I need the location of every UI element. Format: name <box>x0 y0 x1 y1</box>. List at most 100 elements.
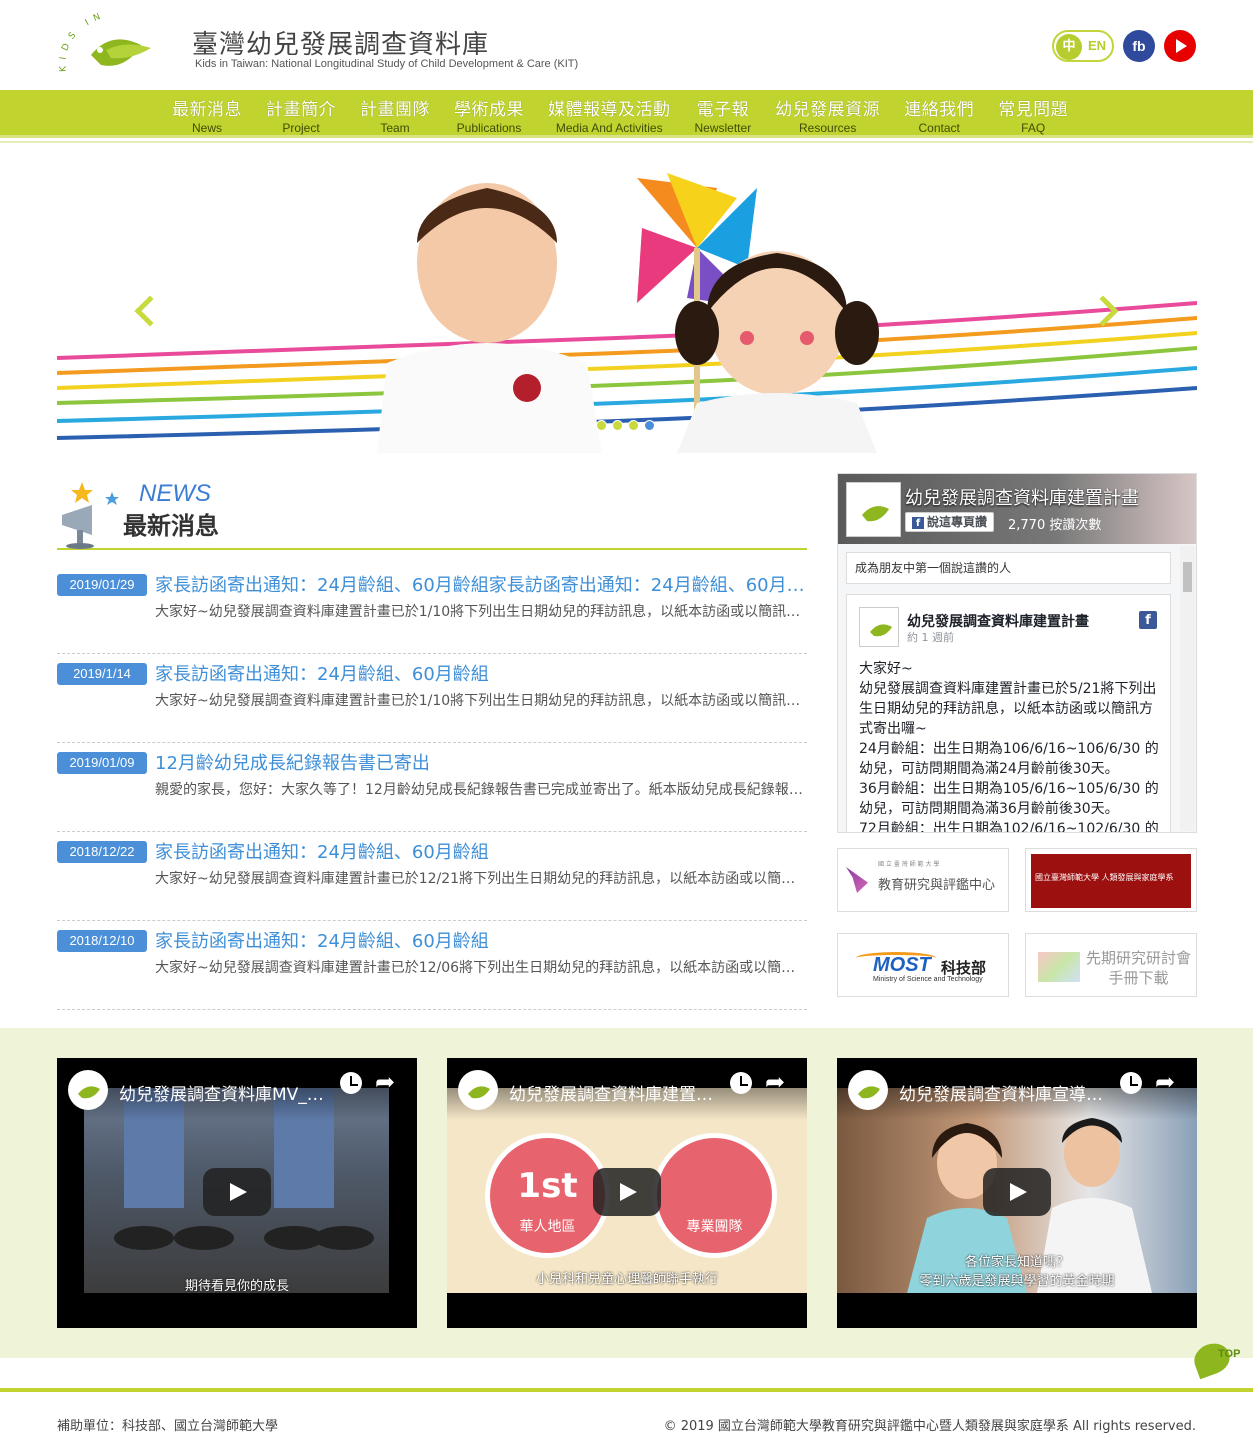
video-caption: 期待看見你的成長 <box>184 1279 289 1294</box>
nav-item-resources[interactable]: 幼兒發展資源 Resources <box>763 95 892 135</box>
news-summary: 大家好~幼兒發展調查資料庫建置計畫已於1/10將下列出生日期幼兒的拜訪訊息，以紙… <box>155 693 805 709</box>
nav-item-contact[interactable]: 連絡我們 Contact <box>892 95 986 135</box>
video-player[interactable]: 各位家長知道嗎？ 零到六歲是發展與學習的黃金時期 幼兒發展調查資料庫宣導影片 ➦ <box>837 1058 1197 1328</box>
fb-post-time[interactable]: 約 1 週前 <box>907 629 954 645</box>
fb-post[interactable]: 幼兒發展調查資料庫建置計畫 約 1 週前 f 大家好~ 幼兒發展調查資料庫建置計… <box>846 594 1171 832</box>
news-heading: NEWS 最新消息 <box>57 470 807 550</box>
share-icon[interactable]: ➦ <box>375 1068 395 1096</box>
video-title[interactable]: 幼兒發展調查資料庫宣導影片 <box>899 1080 1114 1105</box>
video-caption: 小兒科和兒童心理醫師聯手執行 <box>535 1272 718 1287</box>
news-title-link[interactable]: 家長訪函寄出通知：24月齡組、60月齡組家長訪函寄出通知：24月齡組、60月齡組 <box>155 571 805 597</box>
nav-item-newsletter[interactable]: 電子報 Newsletter <box>683 95 764 135</box>
partner-link-hdfs[interactable]: 國立臺灣師範大學 人類發展與家庭學系 <box>1025 848 1197 912</box>
nav-item-publications[interactable]: 學術成果 Publications <box>442 95 536 135</box>
lang-zh-button[interactable]: 中 <box>1056 34 1082 60</box>
video-player[interactable]: 1st 華人地區 專業團隊 小兒科和兒童心理醫師聯手執行 幼兒發展調查資料庫建置… <box>447 1058 807 1328</box>
share-icon[interactable]: ➦ <box>1155 1068 1175 1096</box>
news-title-link[interactable]: 家長訪函寄出通知：24月齡組、60月齡組 <box>155 838 805 864</box>
news-item[interactable]: 2018/12/10 家長訪函寄出通知：24月齡組、60月齡組 大家好~幼兒發展… <box>57 921 807 1010</box>
play-button-icon[interactable] <box>593 1168 661 1216</box>
news-date-badge: 2019/01/09 <box>57 752 147 774</box>
play-button-icon[interactable] <box>983 1168 1051 1216</box>
nav-item-media[interactable]: 媒體報導及活動 Media And Activities <box>536 95 683 135</box>
fb-friend-text: 成為朋友中第一個說這讚的人 <box>846 552 1171 584</box>
play-button-icon[interactable] <box>203 1168 271 1216</box>
news-date-badge: 2019/1/14 <box>57 663 147 685</box>
fb-page-avatar[interactable] <box>846 482 901 537</box>
language-switch[interactable]: 中 EN <box>1052 30 1114 62</box>
news-date-badge: 2019/01/29 <box>57 574 147 596</box>
main-nav: 最新消息 News 計畫簡介 Project 計畫團隊 Team 學術成果 Public… <box>0 90 1253 138</box>
news-heading-en: NEWS <box>139 480 211 507</box>
footer-sponsors: 補助單位：科技部、國立台灣師範大學 <box>57 1419 279 1434</box>
carousel-dot[interactable] <box>596 420 607 431</box>
news-heading-zh: 最新消息 <box>123 512 219 540</box>
nav-item-label-zh: 常見問題 <box>998 100 1069 120</box>
youtube-icon[interactable] <box>1164 30 1196 62</box>
partner-link-handbook[interactable]: 先期研究研討會手冊下載 <box>1025 933 1197 997</box>
carousel-dot-active[interactable] <box>644 420 655 431</box>
carousel-indicators <box>596 420 655 431</box>
partner-link-most[interactable]: MOST 科技部 Ministry of Science and Technol… <box>837 933 1009 997</box>
crcae-logo-icon <box>846 867 868 893</box>
fb-scrollbar-thumb[interactable] <box>1183 562 1192 592</box>
site-logo[interactable]: KIDS IN TAIWAN <box>56 10 181 82</box>
fb-post-avatar[interactable] <box>859 607 899 647</box>
partner-sub-label: Ministry of Science and Technology <box>873 976 983 983</box>
fb-page-name[interactable]: 幼兒發展調查資料庫建置計畫 <box>905 484 1139 510</box>
partner-small-text: 國 立 臺 灣 師 範 大 學 <box>878 861 940 868</box>
news-item[interactable]: 2018/12/22 家長訪函寄出通知：24月齡組、60月齡組 大家好~幼兒發展… <box>57 832 807 921</box>
nav-item-label-en: Publications <box>456 121 522 135</box>
nav-item-label-en: Newsletter <box>694 121 752 135</box>
share-icon[interactable]: ➦ <box>765 1068 785 1096</box>
fb-like-button[interactable]: f 說這專頁讚 <box>905 512 995 532</box>
news-item[interactable]: 2019/01/29 家長訪函寄出通知：24月齡組、60月齡組家長訪函寄出通知：… <box>57 565 807 654</box>
nav-item-project[interactable]: 計畫簡介 Project <box>254 95 348 135</box>
carousel-dot[interactable] <box>628 420 639 431</box>
carousel-dot[interactable] <box>612 420 623 431</box>
fb-post-author[interactable]: 幼兒發展調查資料庫建置計畫 <box>907 611 1089 631</box>
footer-divider <box>0 1388 1253 1392</box>
channel-avatar[interactable] <box>458 1070 498 1110</box>
facebook-button[interactable]: fb <box>1123 30 1155 62</box>
nav-item-label-zh: 媒體報導及活動 <box>548 100 671 120</box>
badge-subtext: 專業團隊 <box>686 1219 743 1235</box>
news-summary: 大家好~幼兒發展調查資料庫建置計畫已於12/06將下列出生日期幼兒的拜訪訊息，以… <box>155 960 805 976</box>
news-item[interactable]: 2019/01/09 12月齡幼兒成長紀錄報告書已寄出 親愛的家長，您好：大家久… <box>57 743 807 832</box>
nav-item-label-zh: 幼兒發展資源 <box>775 100 881 120</box>
partner-link-crcae[interactable]: 國 立 臺 灣 師 範 大 學 教育研究與評鑑中心 <box>837 848 1009 912</box>
video-player[interactable]: 期待看見你的成長 幼兒發展調查資料庫MV_期待看見你的成長 ➦ <box>57 1058 417 1328</box>
nav-item-team[interactable]: 計畫團隊 Team <box>348 95 442 135</box>
nav-item-label-en: Project <box>282 121 320 135</box>
channel-avatar[interactable] <box>848 1070 888 1110</box>
partner-label: 國立臺灣師範大學 人類發展與家庭學系 <box>1031 854 1191 908</box>
news-list: 2019/01/29 家長訪函寄出通知：24月齡組、60月齡組家長訪函寄出通知：… <box>57 565 807 1010</box>
banner-image <box>57 173 1197 453</box>
hero-carousel[interactable] <box>57 163 1197 453</box>
nav-item-label-zh: 最新消息 <box>172 100 242 120</box>
facebook-page-widget[interactable]: 幼兒發展調查資料庫建置計畫 f 說這專頁讚 2,770 按讚次數 成為朋友中第一個… <box>837 473 1197 833</box>
news-title-link[interactable]: 12月齡幼兒成長紀錄報告書已寄出 <box>155 749 805 775</box>
watch-later-icon[interactable] <box>340 1072 362 1094</box>
nav-item-label-en: FAQ <box>1021 121 1046 135</box>
nav-item-label-zh: 計畫團隊 <box>360 100 430 120</box>
news-item[interactable]: 2019/1/14 家長訪函寄出通知：24月齡組、60月齡組 大家好~幼兒發展調… <box>57 654 807 743</box>
news-summary: 大家好~幼兒發展調查資料庫建置計畫已於12/21將下列出生日期幼兒的拜訪訊息，以… <box>155 871 805 887</box>
fb-scrollbar[interactable] <box>1180 546 1195 831</box>
lang-en-button[interactable]: EN <box>1088 38 1106 53</box>
news-title-link[interactable]: 家長訪函寄出通知：24月齡組、60月齡組 <box>155 660 805 686</box>
back-to-top-button[interactable]: TOP <box>1189 1338 1242 1383</box>
video-caption-line1: 各位家長知道嗎？ <box>964 1255 1069 1270</box>
nav-item-label-en: Media And Activities <box>555 121 663 135</box>
partner-label: 教育研究與評鑑中心 <box>878 878 996 893</box>
video-title[interactable]: 幼兒發展調查資料庫建置計畫 <box>509 1080 724 1105</box>
channel-avatar[interactable] <box>68 1070 108 1110</box>
nav-item-news[interactable]: 最新消息 News <box>160 95 254 135</box>
watch-later-icon[interactable] <box>730 1072 752 1094</box>
nav-item-faq[interactable]: 常見問題 FAQ <box>986 95 1080 135</box>
watch-later-icon[interactable] <box>1120 1072 1142 1094</box>
video-title[interactable]: 幼兒發展調查資料庫MV_期待看見你的成長 <box>119 1080 334 1105</box>
news-title-link[interactable]: 家長訪函寄出通知：24月齡組、60月齡組 <box>155 927 805 953</box>
nav-item-label-zh: 連絡我們 <box>904 100 975 120</box>
top-label: TOP <box>1218 1348 1241 1360</box>
